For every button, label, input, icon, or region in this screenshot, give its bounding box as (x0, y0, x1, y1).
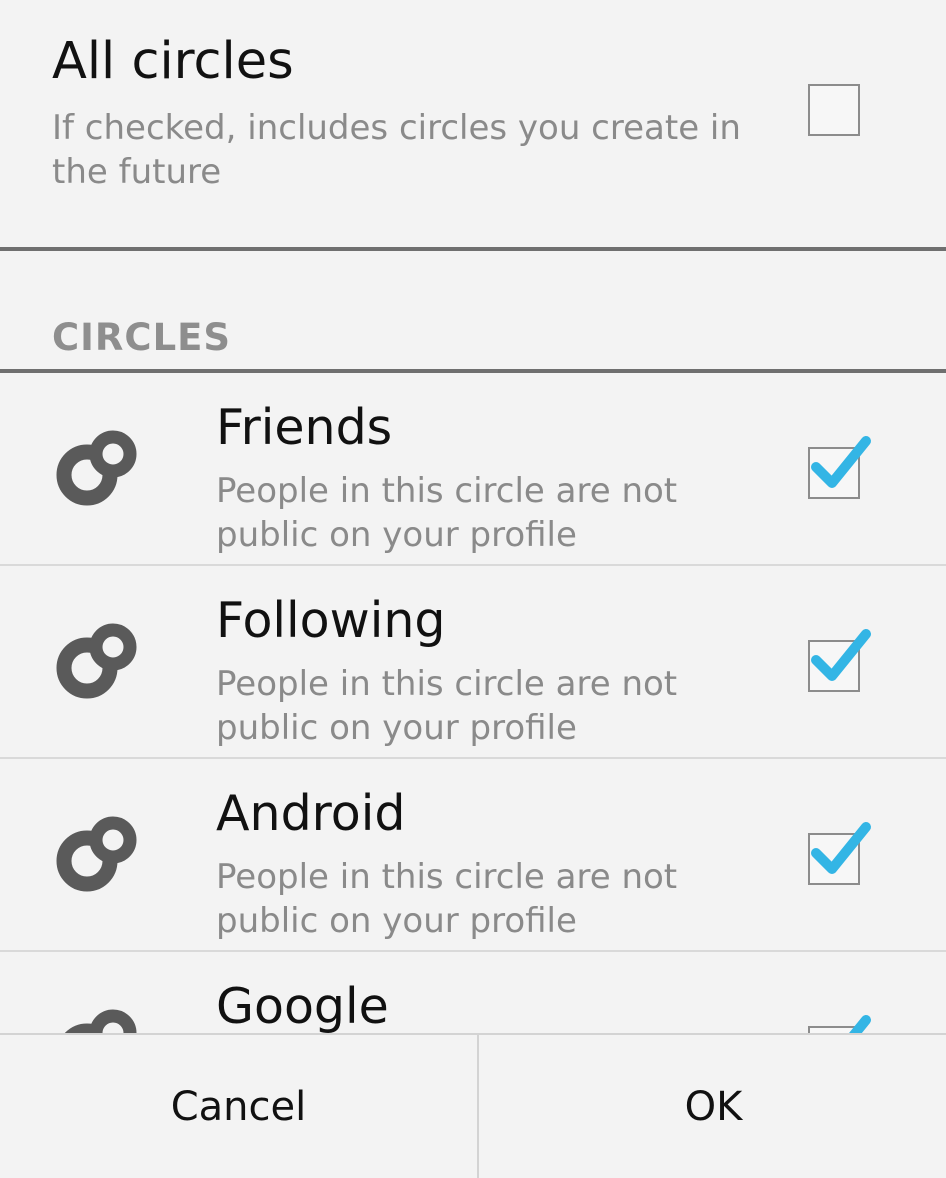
circles-icon (56, 430, 137, 506)
circle-description: People in this circle are not public on … (216, 664, 678, 748)
circles-icon (65, 1009, 137, 1033)
circle-checkbox[interactable] (808, 1015, 871, 1033)
circle-description: People in this circle are not public on … (216, 471, 678, 555)
cancel-button[interactable]: Cancel (0, 1035, 479, 1178)
checkmark-icon (849, 1015, 871, 1033)
circle-row-following[interactable]: Following People in this circle are not … (0, 566, 946, 759)
circle-name: Android (216, 785, 406, 842)
circle-name: Following (216, 592, 446, 649)
circles-icon (56, 816, 137, 892)
all-circles-option[interactable]: All circles If checked, includes circles… (0, 0, 946, 248)
circle-row-android[interactable]: Android People in this circle are not pu… (0, 759, 946, 952)
circles-list[interactable]: Friends People in this circle are not pu… (0, 373, 946, 1033)
all-circles-checkbox[interactable] (808, 84, 860, 136)
circle-name: Google (216, 978, 389, 1033)
circle-row-friends[interactable]: Friends People in this circle are not pu… (0, 373, 946, 566)
circles-section-header: CIRCLES (52, 316, 232, 359)
checkmark-icon (811, 629, 871, 681)
section-divider (0, 247, 946, 251)
all-circles-title: All circles (52, 32, 294, 91)
circle-name: Friends (216, 399, 393, 456)
circle-description: People in this circle are not public on … (216, 857, 678, 941)
circle-checkbox[interactable] (808, 822, 871, 885)
dialog-button-bar: Cancel OK (0, 1033, 946, 1178)
checkmark-icon (811, 436, 871, 488)
ok-button[interactable]: OK (481, 1035, 946, 1178)
circle-row-google[interactable]: Google (0, 952, 946, 1033)
circle-checkbox[interactable] (808, 436, 871, 499)
all-circles-description: If checked, includes circles you create … (52, 108, 741, 192)
checkmark-icon (811, 822, 871, 874)
circles-icon (56, 623, 137, 699)
circle-checkbox[interactable] (808, 629, 871, 692)
